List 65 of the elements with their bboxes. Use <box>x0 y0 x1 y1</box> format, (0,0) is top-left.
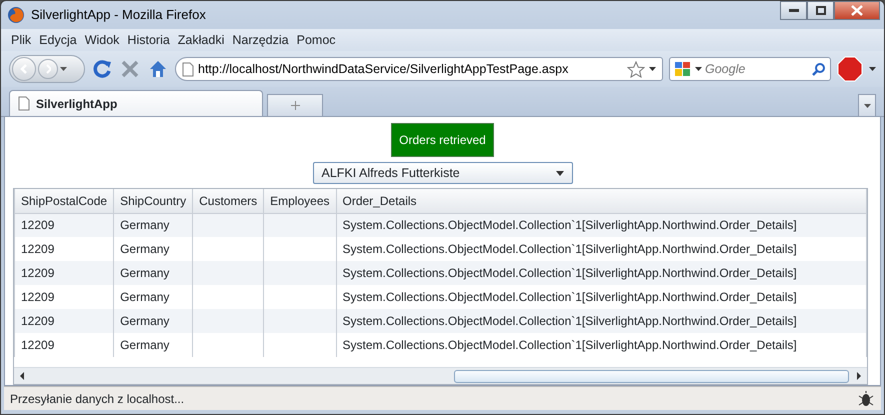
table-cell: Germany <box>120 266 170 280</box>
table-cell: Germany <box>120 242 170 256</box>
customer-dropdown[interactable]: ALFKI Alfreds Futterkiste <box>312 162 572 184</box>
table-cell: Germany <box>120 290 170 304</box>
search-input[interactable]: Google <box>705 60 809 78</box>
table-cell: Germany <box>120 218 170 232</box>
minimize-button[interactable] <box>780 1 807 20</box>
status-text: Przesyłanie danych z localhost... <box>10 390 184 408</box>
table-cell: System.Collections.ObjectModel.Collection`1[SilverlightApp.Northwind.Order_Details] <box>342 218 797 232</box>
table-cell: System.Collections.ObjectModel.Collection`1[SilverlightApp.Northwind.Order_Details] <box>342 338 797 352</box>
close-button[interactable] <box>834 1 880 20</box>
table-cell: 12209 <box>21 218 54 232</box>
table-cell: System.Collections.ObjectModel.Collection`1[SilverlightApp.Northwind.Order_Details] <box>342 290 797 304</box>
reload-icon[interactable] <box>91 58 113 80</box>
table-cell: 12209 <box>21 314 54 328</box>
table-cell: System.Collections.ObjectModel.Collection`1[SilverlightApp.Northwind.Order_Details] <box>342 314 797 328</box>
column-header[interactable]: ShipPostalCode <box>14 189 114 213</box>
menu-item[interactable]: Widok <box>80 30 124 50</box>
column-header[interactable]: Customers <box>192 189 264 213</box>
search-engine-icon[interactable] <box>674 61 692 77</box>
table-cell: System.Collections.ObjectModel.Collection`1[SilverlightApp.Northwind.Order_Details] <box>342 242 797 256</box>
menu-item[interactable]: Plik <box>7 30 36 50</box>
close-icon <box>851 5 863 16</box>
menu-item[interactable]: Pomoc <box>292 30 340 50</box>
page-icon <box>18 96 30 111</box>
browser-tab[interactable]: SilverlightApp <box>9 90 263 116</box>
star-icon[interactable] <box>627 60 645 78</box>
table-cell: 12209 <box>21 290 54 304</box>
maximize-button[interactable] <box>807 1 834 20</box>
url-text[interactable]: http://localhost/NorthwindDataService/SilverlightAppTestPage.aspx <box>198 60 623 78</box>
horizontal-scrollbar[interactable] <box>14 367 867 384</box>
address-bar[interactable]: http://localhost/NorthwindDataService/SilverlightAppTestPage.aspx <box>175 57 663 81</box>
scrollbar-thumb[interactable] <box>454 370 849 382</box>
bug-icon[interactable] <box>857 390 875 408</box>
dropdown-icon[interactable] <box>60 67 67 71</box>
maximize-icon <box>816 6 826 15</box>
dropdown-icon[interactable] <box>695 67 702 71</box>
table-cell: System.Collections.ObjectModel.Collection`1[SilverlightApp.Northwind.Order_Details] <box>342 266 797 280</box>
table-cell: Germany <box>120 338 170 352</box>
firefox-icon <box>7 6 25 24</box>
window-title: SilverlightApp - Mozilla Firefox <box>31 6 206 24</box>
status-button[interactable]: Orders retrieved <box>391 123 494 157</box>
table-cell: 12209 <box>21 338 54 352</box>
dropdown-icon[interactable] <box>649 67 656 71</box>
table-cell: 12209 <box>21 266 54 280</box>
dropdown-icon[interactable] <box>869 67 876 71</box>
stop-sign-icon[interactable] <box>837 56 863 82</box>
search-field[interactable]: Google <box>669 57 831 81</box>
search-icon[interactable] <box>812 62 826 76</box>
column-header[interactable]: Order_Details <box>336 189 866 213</box>
table-cell: Germany <box>120 314 170 328</box>
menu-item[interactable]: Narzędzia <box>228 30 293 50</box>
tab-list-button[interactable] <box>858 94 876 116</box>
minimize-icon <box>788 8 798 12</box>
menu-item[interactable]: Edycja <box>35 30 81 50</box>
column-header[interactable]: Employees <box>264 189 336 213</box>
caret-icon <box>556 170 564 176</box>
column-header[interactable]: ShipCountry <box>114 189 193 213</box>
dropdown-value: ALFKI Alfreds Futterkiste <box>322 164 460 182</box>
table-cell: 12209 <box>21 242 54 256</box>
menu-item[interactable]: Zakładki <box>174 30 228 50</box>
page-icon <box>182 62 194 76</box>
menu-item[interactable]: Historia <box>123 30 174 50</box>
caret-icon <box>864 104 870 108</box>
plus-icon <box>290 101 300 110</box>
